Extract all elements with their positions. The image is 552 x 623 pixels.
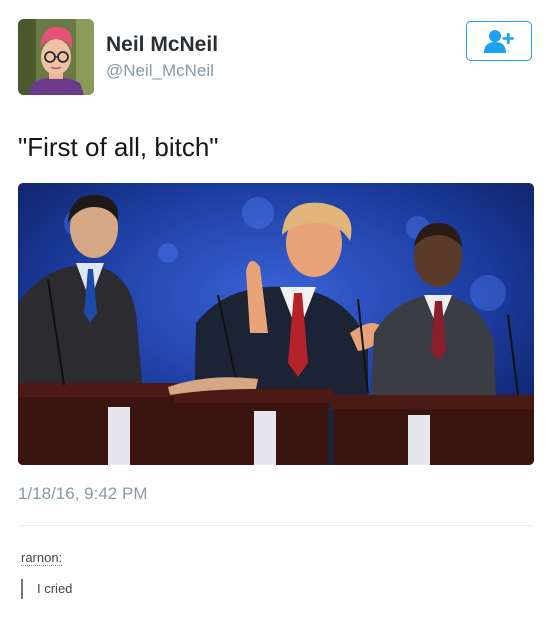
debate-stage-photo: [18, 183, 534, 465]
tweet-photo[interactable]: [18, 183, 534, 465]
divider: [18, 525, 534, 526]
follow-button[interactable]: [466, 21, 532, 61]
avatar-image: [18, 19, 94, 95]
reblog-username[interactable]: rarnon:: [21, 551, 63, 566]
tweet-timestamp[interactable]: 1/18/16, 9:42 PM: [18, 484, 147, 504]
tweet-header: Neil McNeil @Neil_McNeil: [18, 19, 536, 99]
add-user-icon: [484, 30, 514, 53]
tweet-text: "First of all, bitch": [18, 132, 219, 162]
avatar[interactable]: [18, 19, 94, 95]
reblog-comment: I cried: [21, 579, 72, 599]
display-name[interactable]: Neil McNeil: [106, 33, 218, 57]
user-handle[interactable]: @Neil_McNeil: [106, 61, 214, 81]
